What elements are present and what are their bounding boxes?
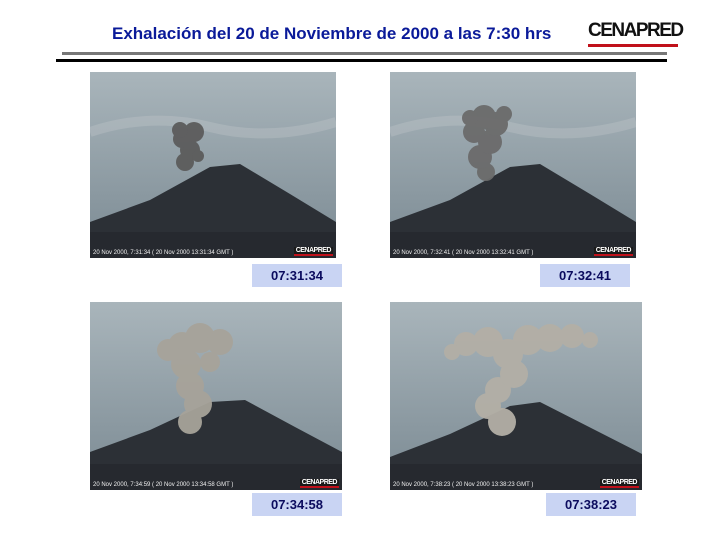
logo-underline	[588, 44, 678, 47]
cenapred-logo: CENAPRED	[588, 20, 684, 48]
volcano-photo-1: 20 Nov 2000, 7:31:34 ( 20 Nov 2000 13:31…	[90, 72, 336, 258]
photo-timestamp-overlay: 20 Nov 2000, 7:34:59 ( 20 Nov 2000 13:34…	[93, 482, 234, 488]
photo-watermark: CENAPRED	[293, 247, 333, 256]
photo-timestamp-overlay: 20 Nov 2000, 7:31:34 ( 20 Nov 2000 13:31…	[93, 250, 234, 256]
volcano-scene-4	[390, 302, 642, 490]
frame-time-label: 07:31:34	[252, 264, 342, 287]
header-rule-gray	[62, 52, 667, 55]
volcano-scene-2	[390, 72, 636, 258]
frame-time-label: 07:32:41	[540, 264, 630, 287]
photo-watermark: CENAPRED	[299, 479, 339, 488]
volcano-photo-2: 20 Nov 2000, 7:32:41 ( 20 Nov 2000 13:32…	[390, 72, 636, 258]
logo-text: CENAPRED	[588, 20, 684, 41]
volcano-photo-3: 20 Nov 2000, 7:34:59 ( 20 Nov 2000 13:34…	[90, 302, 342, 490]
header-rule-black	[56, 59, 667, 62]
frame-time-label: 07:38:23	[546, 493, 636, 516]
photo-watermark: CENAPRED	[599, 479, 639, 488]
photo-timestamp-overlay: 20 Nov 2000, 7:32:41 ( 20 Nov 2000 13:32…	[393, 250, 534, 256]
page-title: Exhalación del 20 de Noviembre de 2000 a…	[112, 24, 552, 43]
photo-watermark: CENAPRED	[593, 247, 633, 256]
volcano-scene-3	[90, 302, 342, 490]
frame-time-label: 07:34:58	[252, 493, 342, 516]
volcano-photo-4: 20 Nov 2000, 7:38:23 ( 20 Nov 2000 13:38…	[390, 302, 642, 490]
photo-timestamp-overlay: 20 Nov 2000, 7:38:23 ( 20 Nov 2000 13:38…	[393, 482, 534, 488]
volcano-scene-1	[90, 72, 336, 258]
